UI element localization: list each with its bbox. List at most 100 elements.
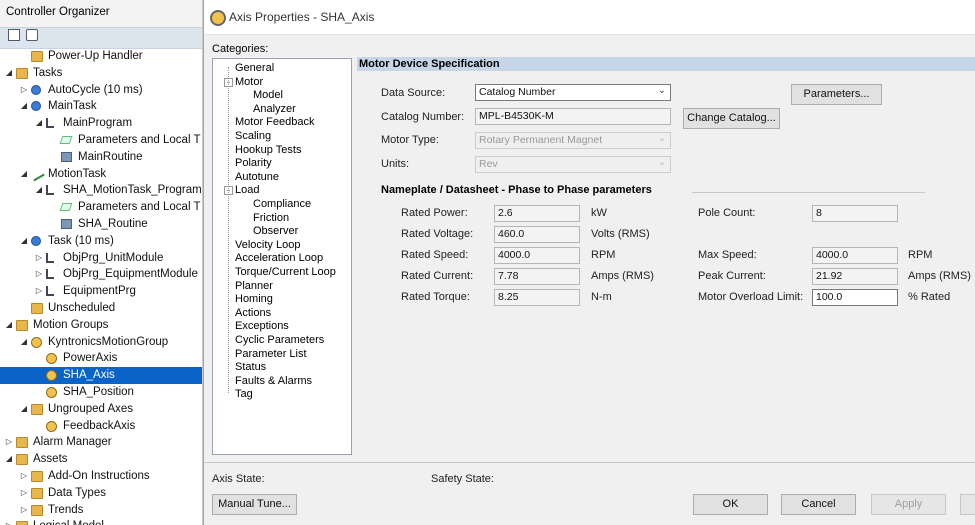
category-item[interactable]: Analyzer <box>253 103 296 115</box>
collapse-icon[interactable]: ◢ <box>19 233 29 250</box>
collapse-icon[interactable]: ◢ <box>19 98 29 115</box>
collapse-icon[interactable]: ◢ <box>34 182 44 199</box>
expand-icon[interactable]: ▷ <box>19 82 29 99</box>
expand-icon[interactable]: ▷ <box>34 250 44 267</box>
category-item[interactable]: Autotune <box>235 171 279 183</box>
tree-node[interactable]: ◢ MainTask <box>0 98 202 115</box>
tree-node[interactable]: ◢ Task (10 ms) <box>0 233 202 250</box>
category-item[interactable]: Tag <box>235 388 253 400</box>
tree-node[interactable]: SHA_Axis <box>0 367 202 384</box>
expand-icon[interactable]: ▷ <box>34 283 44 300</box>
collapse-icon[interactable]: ◢ <box>19 166 29 183</box>
copy-icon[interactable] <box>8 29 20 41</box>
category-item[interactable]: Cyclic Parameters <box>235 334 324 346</box>
param-label: Peak Current: <box>698 270 766 282</box>
collapse-icon[interactable]: ◢ <box>4 317 14 334</box>
axis-icon <box>31 336 42 348</box>
tree-node-label: Trends <box>48 503 84 516</box>
folder-icon <box>16 454 28 466</box>
tree-node[interactable]: Parameters and Local T <box>0 199 202 216</box>
category-item[interactable]: Model <box>253 89 283 101</box>
tree-node[interactable]: Power-Up Handler <box>0 48 202 65</box>
param-label: Max Speed: <box>698 249 757 261</box>
catalog-number-field[interactable]: MPL-B4530K-M <box>475 108 671 125</box>
prog-icon <box>46 269 54 280</box>
category-item[interactable]: Motor <box>235 76 263 88</box>
collapse-icon[interactable]: ◢ <box>4 451 14 468</box>
tree-node[interactable]: ▷ EquipmentPrg <box>0 283 202 300</box>
tree-node[interactable]: ▷ Data Types <box>0 485 202 502</box>
expand-icon[interactable]: ▷ <box>19 468 29 485</box>
category-item[interactable]: Actions <box>235 307 271 319</box>
expand-icon[interactable]: ▷ <box>19 485 29 502</box>
category-item[interactable]: Scaling <box>235 130 271 142</box>
tree-node[interactable]: ▷ Alarm Manager <box>0 434 202 451</box>
category-item[interactable]: Load <box>235 184 259 196</box>
data-source-select[interactable]: Catalog Number <box>475 83 671 101</box>
category-item[interactable]: Torque/Current Loop <box>235 266 336 278</box>
param-value[interactable]: 100.0 <box>812 289 898 306</box>
tree-node[interactable]: SHA_Routine <box>0 216 202 233</box>
change-catalog-button[interactable]: Change Catalog... <box>683 108 780 129</box>
expand-icon[interactable]: ▷ <box>4 518 14 525</box>
tree-node[interactable]: ◢ KyntronicsMotionGroup <box>0 334 202 351</box>
ok-button[interactable]: OK <box>693 494 768 515</box>
category-item[interactable]: Polarity <box>235 157 272 169</box>
cancel-button[interactable]: Cancel <box>781 494 856 515</box>
tree-node[interactable]: FeedbackAxis <box>0 418 202 435</box>
tree-node[interactable]: ▷ Logical Model <box>0 518 202 525</box>
tree-node[interactable]: ▷ AutoCycle (10 ms) <box>0 82 202 99</box>
tree-node[interactable]: ◢ Motion Groups <box>0 317 202 334</box>
category-item[interactable]: Observer <box>253 225 298 237</box>
nameplate-title: Nameplate / Datasheet - Phase to Phase p… <box>381 184 652 196</box>
tree-node[interactable]: ◢ Tasks <box>0 65 202 82</box>
category-item[interactable]: Friction <box>253 212 289 224</box>
collapse-icon[interactable]: ◢ <box>34 115 44 132</box>
footer-divider <box>204 462 975 463</box>
axis-icon <box>46 353 57 365</box>
tree-node-label: SHA_Axis <box>63 369 115 382</box>
tree-node[interactable]: ◢ MainProgram <box>0 115 202 132</box>
category-item[interactable]: Hookup Tests <box>235 144 301 156</box>
tree-node[interactable]: ◢ SHA_MotionTask_Program <box>0 182 202 199</box>
collapse-icon[interactable]: ◢ <box>19 334 29 351</box>
tree-node[interactable]: ◢ MotionTask <box>0 166 202 183</box>
tree-node[interactable]: ◢ Assets <box>0 451 202 468</box>
expand-icon[interactable]: ▷ <box>4 434 14 451</box>
category-item[interactable]: Homing <box>235 293 273 305</box>
apply-button[interactable]: Apply <box>871 494 946 515</box>
parameters-button[interactable]: Parameters... <box>791 84 882 105</box>
category-item[interactable]: Velocity Loop <box>235 239 300 251</box>
tree-node[interactable]: ◢ Ungrouped Axes <box>0 401 202 418</box>
category-item[interactable]: General <box>235 62 274 74</box>
tree-node[interactable]: Parameters and Local T <box>0 132 202 149</box>
category-item[interactable]: Motor Feedback <box>235 116 314 128</box>
tree-node[interactable]: SHA_Position <box>0 384 202 401</box>
category-item[interactable]: Parameter List <box>235 348 307 360</box>
view-icon[interactable] <box>26 29 38 41</box>
category-item[interactable]: Compliance <box>253 198 311 210</box>
manual-tune-button[interactable]: Manual Tune... <box>212 494 297 515</box>
tree-node[interactable]: ▷ ObjPrg_UnitModule <box>0 250 202 267</box>
category-item[interactable]: Exceptions <box>235 320 289 332</box>
expand-icon[interactable]: ▷ <box>19 502 29 519</box>
units-select: Rev <box>475 155 671 173</box>
category-item[interactable]: Acceleration Loop <box>235 252 323 264</box>
tree-node[interactable]: MainRoutine <box>0 149 202 166</box>
expand-icon[interactable]: ▷ <box>34 266 44 283</box>
tree-node-label: FeedbackAxis <box>63 419 136 432</box>
tree-node-label: Parameters and Local T <box>78 201 201 214</box>
tag-icon <box>59 203 73 212</box>
category-item[interactable]: Status <box>235 361 266 373</box>
tree-node[interactable]: Unscheduled <box>0 300 202 317</box>
tree-node[interactable]: PowerAxis <box>0 350 202 367</box>
tree-node[interactable]: ▷ Trends <box>0 502 202 519</box>
category-item[interactable]: Planner <box>235 280 273 292</box>
collapse-icon[interactable]: ◢ <box>19 401 29 418</box>
collapse-icon[interactable]: ◢ <box>4 65 14 82</box>
category-item[interactable]: Faults & Alarms <box>235 375 312 387</box>
tree-node[interactable]: ▷ Add-On Instructions <box>0 468 202 485</box>
help-button-partial[interactable] <box>960 494 975 515</box>
clock-icon <box>31 84 41 95</box>
tree-node[interactable]: ▷ ObjPrg_EquipmentModule <box>0 266 202 283</box>
